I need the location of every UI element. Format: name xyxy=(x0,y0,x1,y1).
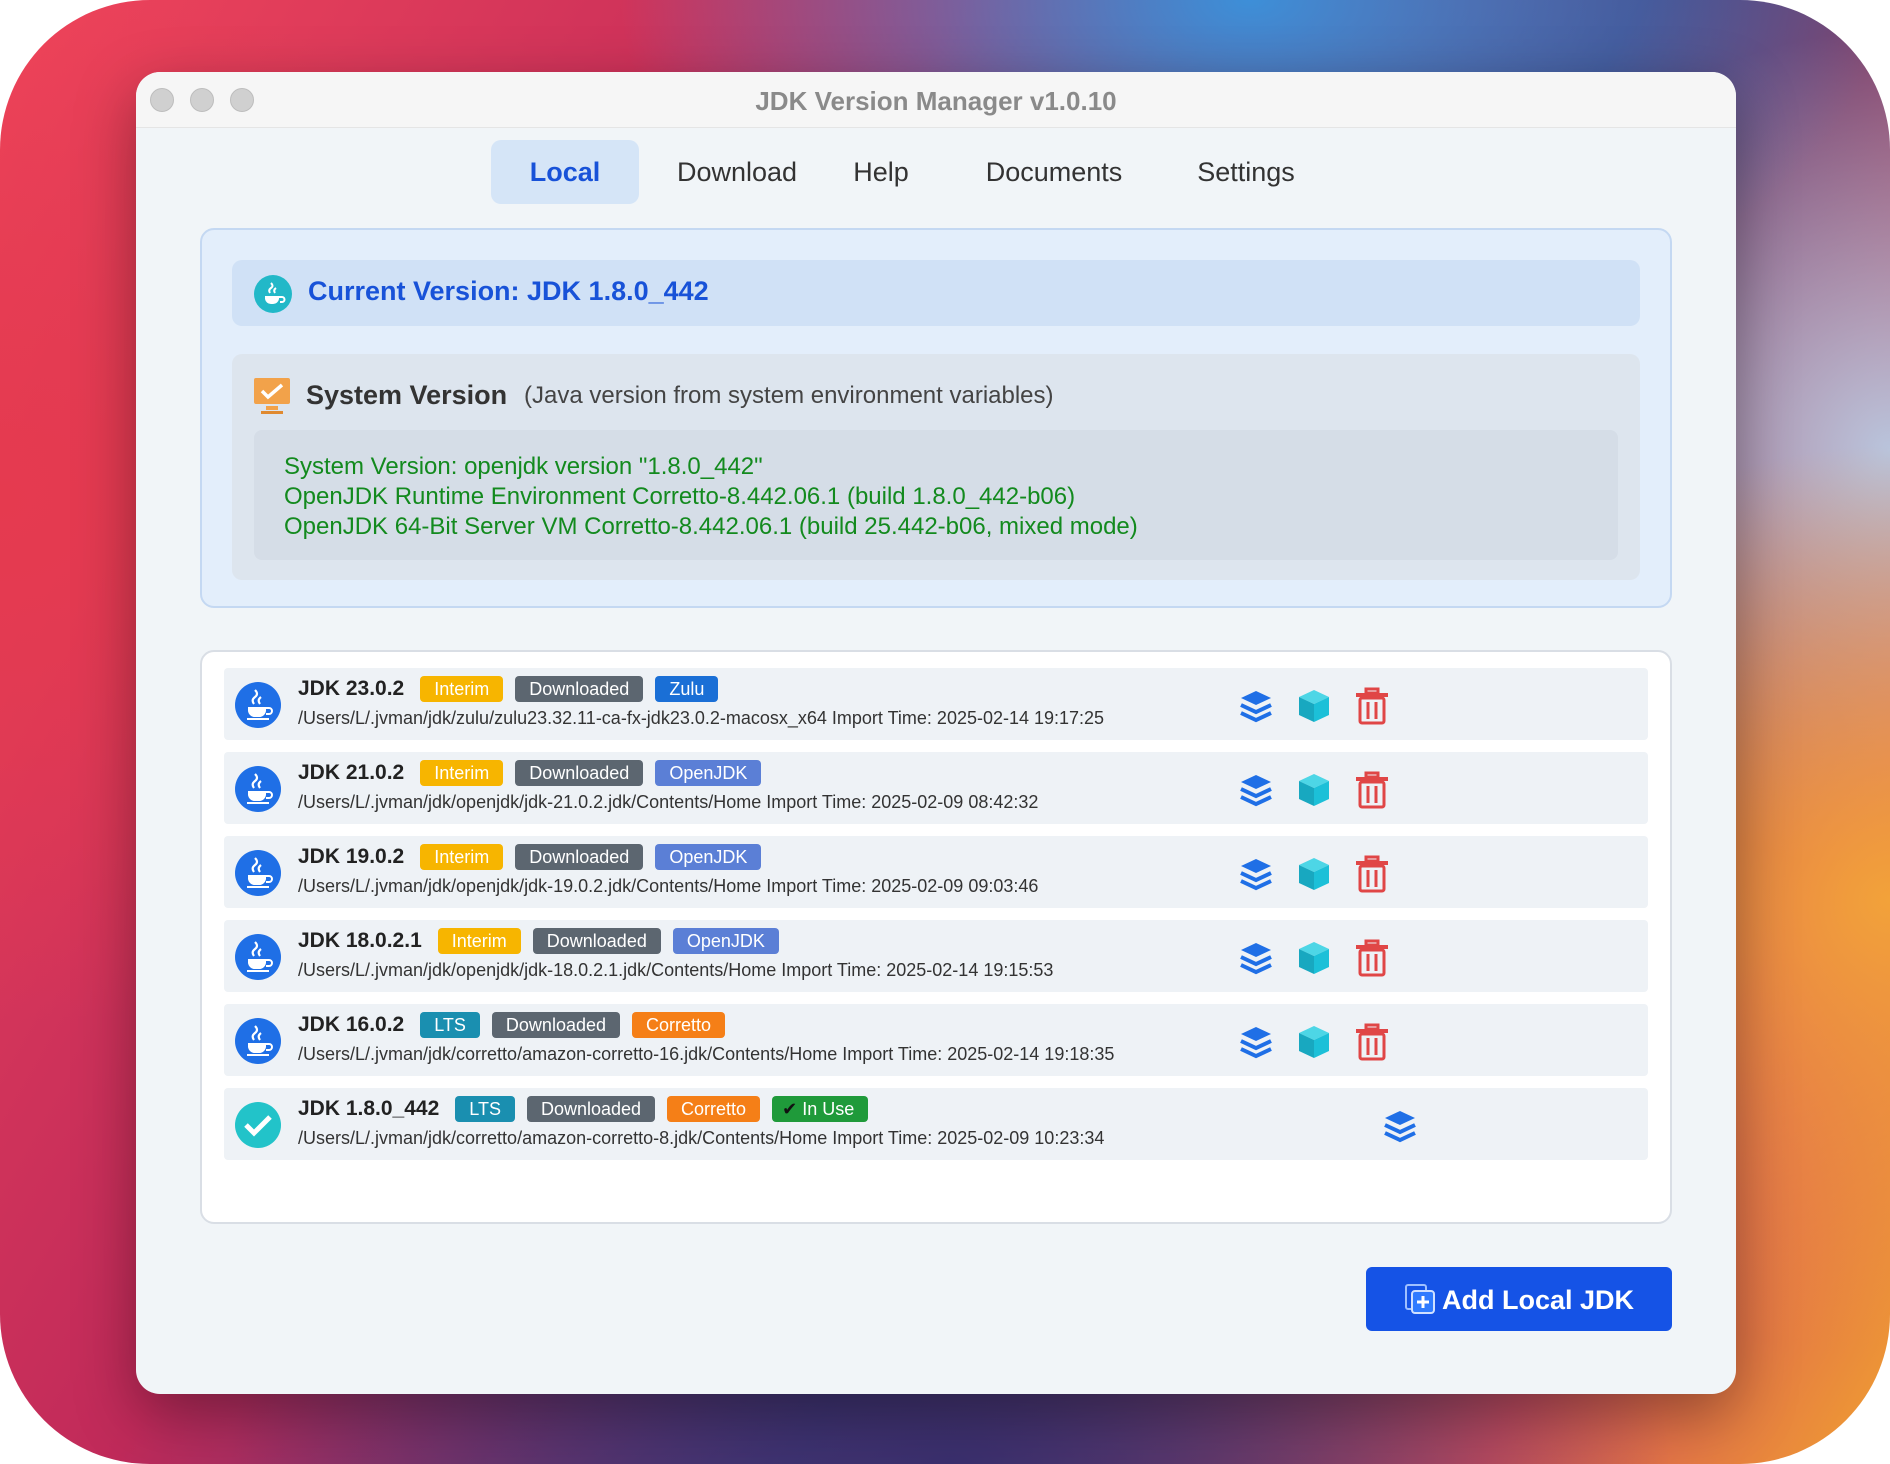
system-version-output: System Version: openjdk version "1.8.0_4… xyxy=(254,430,1618,560)
jdk-row-header: JDK 21.0.2 Interim Downloaded OpenJDK xyxy=(298,760,762,786)
java-icon xyxy=(235,1018,281,1064)
trash-icon[interactable] xyxy=(1352,770,1392,810)
status-badge: Downloaded xyxy=(526,1096,656,1122)
in-use-badge: ✔ In Use xyxy=(772,1096,869,1122)
monitor-check-icon xyxy=(254,378,290,414)
cube-icon[interactable] xyxy=(1294,686,1334,726)
layers-icon[interactable] xyxy=(1236,686,1276,726)
jdk-row-in-use[interactable]: JDK 1.8.0_442 LTS Downloaded Corretto ✔ … xyxy=(224,1088,1648,1160)
java-icon xyxy=(235,850,281,896)
trash-icon[interactable] xyxy=(1352,686,1392,726)
system-output-line: OpenJDK Runtime Environment Corretto-8.4… xyxy=(284,483,1076,510)
check-circle-icon xyxy=(235,1102,281,1148)
cube-icon[interactable] xyxy=(1294,1022,1334,1062)
java-icon xyxy=(235,934,281,980)
add-local-jdk-button[interactable]: Add Local JDK xyxy=(1366,1267,1672,1331)
vendor-badge: Corretto xyxy=(632,1012,726,1038)
in-use-label: In Use xyxy=(802,1099,855,1119)
status-badge: Downloaded xyxy=(491,1012,620,1038)
tab-local[interactable]: Local xyxy=(491,140,639,204)
trash-icon[interactable] xyxy=(1352,854,1392,894)
vendor-badge: Corretto xyxy=(667,1096,761,1122)
type-badge: Interim xyxy=(420,676,504,702)
jdk-path: /Users/L/.jvman/jdk/corretto/amazon-corr… xyxy=(298,1044,1115,1064)
java-cup-icon xyxy=(254,275,292,313)
status-badge: Downloaded xyxy=(515,676,644,702)
jdk-name: JDK 18.0.2.1 xyxy=(298,929,422,952)
jdk-list: JDK 23.0.2 Interim Downloaded Zulu /User… xyxy=(200,650,1672,1224)
system-output-line: System Version: openjdk version "1.8.0_4… xyxy=(284,453,763,480)
jdk-row[interactable]: JDK 23.0.2 Interim Downloaded Zulu /User… xyxy=(224,668,1648,740)
tab-settings[interactable]: Settings xyxy=(1166,140,1326,204)
title-bar: JDK Version Manager v1.0.10 xyxy=(136,72,1736,128)
vendor-badge: Zulu xyxy=(655,676,719,702)
layers-icon[interactable] xyxy=(1236,938,1276,978)
jdk-path: /Users/L/.jvman/jdk/openjdk/jdk-21.0.2.j… xyxy=(298,792,1039,812)
jdk-row-header: JDK 19.0.2 Interim Downloaded OpenJDK xyxy=(298,844,762,870)
cube-icon[interactable] xyxy=(1294,938,1334,978)
system-version-hint: (Java version from system environment va… xyxy=(524,382,1054,409)
status-badge: Downloaded xyxy=(532,928,661,954)
jdk-name: JDK 1.8.0_442 xyxy=(298,1097,440,1120)
type-badge: Interim xyxy=(420,760,504,786)
vendor-badge: OpenJDK xyxy=(672,928,779,954)
jdk-row[interactable]: JDK 19.0.2 Interim Downloaded OpenJDK /U… xyxy=(224,836,1648,908)
java-icon xyxy=(235,682,281,728)
jdk-row-header: JDK 23.0.2 Interim Downloaded Zulu xyxy=(298,676,719,702)
cube-icon[interactable] xyxy=(1294,770,1334,810)
status-badge: Downloaded xyxy=(515,760,644,786)
tab-download[interactable]: Download xyxy=(663,140,811,204)
layers-icon[interactable] xyxy=(1236,1022,1276,1062)
jdk-row-header: JDK 1.8.0_442 LTS Downloaded Corretto ✔ … xyxy=(298,1096,869,1122)
jdk-name: JDK 19.0.2 xyxy=(298,845,405,868)
jdk-path: /Users/L/.jvman/jdk/corretto/amazon-corr… xyxy=(298,1128,1105,1148)
tab-bar: Local Download Help Documents Settings xyxy=(136,140,1736,204)
add-local-jdk-label: Add Local JDK xyxy=(1442,1285,1635,1315)
app-window: JDK Version Manager v1.0.10 Local Downlo… xyxy=(136,72,1736,1394)
add-file-icon xyxy=(1405,1284,1435,1314)
jdk-row[interactable]: JDK 21.0.2 Interim Downloaded OpenJDK /U… xyxy=(224,752,1648,824)
window-title: JDK Version Manager v1.0.10 xyxy=(755,86,1117,116)
status-badge: Downloaded xyxy=(515,844,644,870)
layers-icon[interactable] xyxy=(1236,770,1276,810)
jdk-row-header: JDK 18.0.2.1 Interim Downloaded OpenJDK xyxy=(298,928,779,954)
tab-documents[interactable]: Documents xyxy=(959,140,1149,204)
jdk-row[interactable]: JDK 16.0.2 LTS Downloaded Corretto /User… xyxy=(224,1004,1648,1076)
jdk-path: /Users/L/.jvman/jdk/zulu/zulu23.32.11-ca… xyxy=(298,708,1105,728)
type-badge: LTS xyxy=(420,1012,480,1038)
layers-icon[interactable] xyxy=(1380,1106,1420,1146)
tab-help[interactable]: Help xyxy=(826,140,936,204)
jdk-row[interactable]: JDK 18.0.2.1 Interim Downloaded OpenJDK … xyxy=(224,920,1648,992)
layers-icon[interactable] xyxy=(1236,854,1276,894)
type-badge: Interim xyxy=(437,928,521,954)
system-version-box: System Version (Java version from system… xyxy=(232,354,1640,580)
jdk-name: JDK 16.0.2 xyxy=(298,1013,405,1036)
vendor-badge: OpenJDK xyxy=(655,760,762,786)
jdk-path: /Users/L/.jvman/jdk/openjdk/jdk-18.0.2.1… xyxy=(298,960,1054,980)
trash-icon[interactable] xyxy=(1352,1022,1392,1062)
jdk-row-header: JDK 16.0.2 LTS Downloaded Corretto xyxy=(298,1012,726,1038)
trash-icon[interactable] xyxy=(1352,938,1392,978)
system-version-title: System Version xyxy=(306,380,508,410)
type-badge: Interim xyxy=(420,844,504,870)
cube-icon[interactable] xyxy=(1294,854,1334,894)
jdk-name: JDK 23.0.2 xyxy=(298,677,405,700)
checkmark-icon: ✔ xyxy=(782,1099,798,1119)
jdk-path: /Users/L/.jvman/jdk/openjdk/jdk-19.0.2.j… xyxy=(298,876,1039,896)
current-version-bar: Current Version: JDK 1.8.0_442 xyxy=(232,260,1640,326)
jdk-name: JDK 21.0.2 xyxy=(298,761,405,784)
vendor-badge: OpenJDK xyxy=(655,844,762,870)
system-output-line: OpenJDK 64-Bit Server VM Corretto-8.442.… xyxy=(284,513,1138,540)
java-icon xyxy=(235,766,281,812)
version-info-panel: Current Version: JDK 1.8.0_442 System Ve… xyxy=(200,228,1672,608)
type-badge: LTS xyxy=(455,1096,515,1122)
current-version-text: Current Version: JDK 1.8.0_442 xyxy=(308,276,709,306)
